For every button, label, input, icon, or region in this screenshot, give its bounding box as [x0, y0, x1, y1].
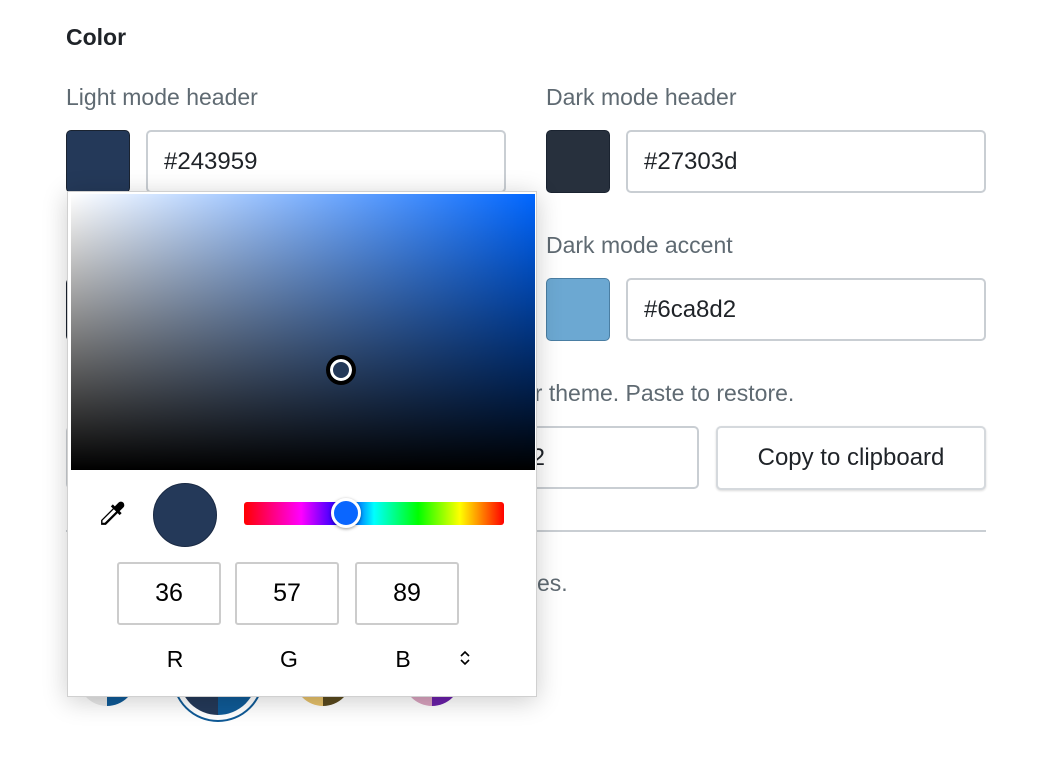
light-header-input[interactable]: #243959: [146, 130, 506, 193]
hue-slider-thumb[interactable]: [331, 498, 361, 528]
color-preview: [153, 483, 217, 547]
dark-accent-input[interactable]: #6ca8d2: [626, 278, 986, 341]
presets-description: es.: [537, 570, 568, 596]
green-label: G: [280, 646, 298, 672]
red-label: R: [166, 646, 184, 672]
theme-description: ur theme. Paste to restore.: [522, 380, 795, 406]
chevron-up-down-icon[interactable]: [458, 648, 472, 673]
copy-to-clipboard-button[interactable]: Copy to clipboard: [716, 426, 986, 490]
light-header-label: Light mode header: [66, 84, 258, 110]
section-title: Color: [66, 24, 127, 50]
dark-header-swatch[interactable]: [546, 130, 610, 193]
saturation-area[interactable]: [71, 194, 535, 470]
blue-input[interactable]: 89: [355, 562, 459, 625]
red-input[interactable]: 36: [117, 562, 221, 625]
hue-slider[interactable]: [244, 502, 504, 525]
eyedropper-icon[interactable]: [94, 498, 128, 537]
color-picker-popup: 36 57 89 R G B: [67, 191, 537, 697]
dark-header-input[interactable]: #27303d: [626, 130, 986, 193]
dark-header-label: Dark mode header: [546, 84, 737, 110]
green-input[interactable]: 57: [235, 562, 339, 625]
blue-label: B: [395, 646, 411, 672]
light-header-swatch[interactable]: [66, 130, 130, 193]
saturation-cursor[interactable]: [326, 355, 356, 385]
dark-accent-swatch[interactable]: [546, 278, 610, 341]
dark-accent-label: Dark mode accent: [546, 232, 733, 258]
